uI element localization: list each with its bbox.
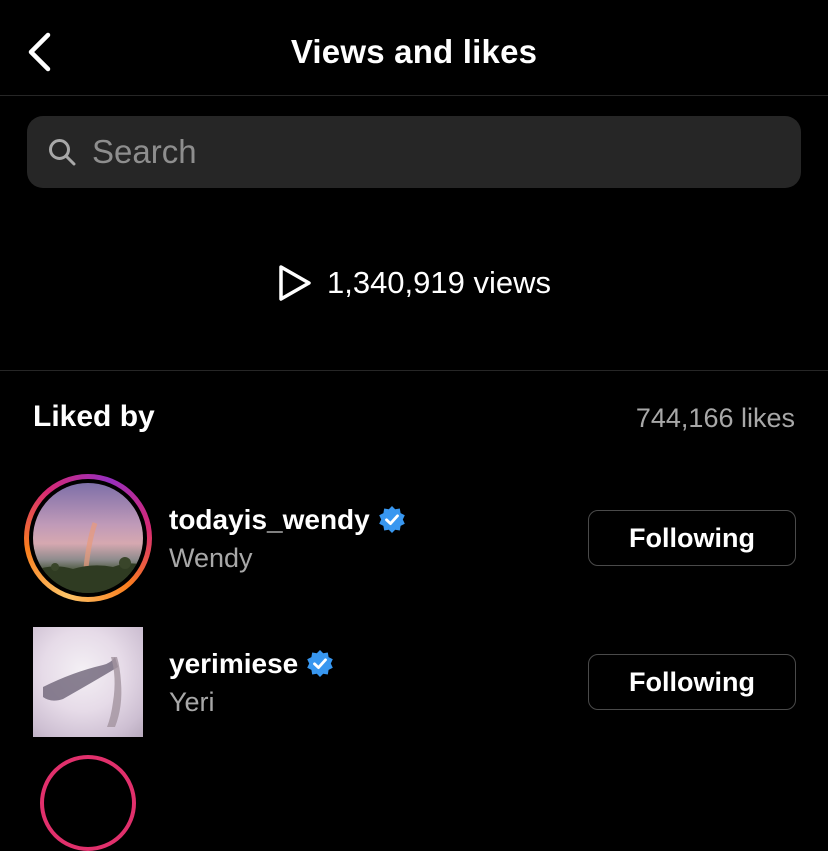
display-name: Yeri	[169, 687, 215, 717]
search-icon	[47, 137, 77, 167]
following-button[interactable]: Following	[588, 654, 796, 710]
liked-by-heading: Liked by	[33, 400, 155, 433]
search-input[interactable]	[92, 122, 742, 182]
avatar[interactable]	[33, 627, 143, 737]
verified-badge-icon	[305, 649, 335, 679]
play-icon	[277, 263, 313, 303]
page-title: Views and likes	[290, 33, 538, 70]
views-count: 1,340,919 views	[326, 265, 552, 300]
username: todayis_wendy	[169, 504, 370, 535]
username-link[interactable]: todayis_wendy	[169, 504, 407, 536]
top-bar: Views and likes	[0, 0, 828, 96]
section-divider	[0, 370, 828, 371]
search-bar[interactable]	[27, 116, 801, 188]
views-summary: 1,340,919 views	[0, 262, 828, 304]
avatar	[33, 483, 143, 593]
following-button[interactable]: Following	[588, 510, 796, 566]
username: yerimiese	[169, 648, 299, 679]
verified-badge-icon	[377, 505, 407, 535]
username-link[interactable]: yerimiese	[169, 648, 335, 680]
next-avatar-partial	[40, 755, 136, 851]
likes-count: 744,166 likes	[635, 403, 795, 433]
story-ring[interactable]	[24, 474, 152, 602]
display-name: Wendy	[169, 543, 253, 573]
